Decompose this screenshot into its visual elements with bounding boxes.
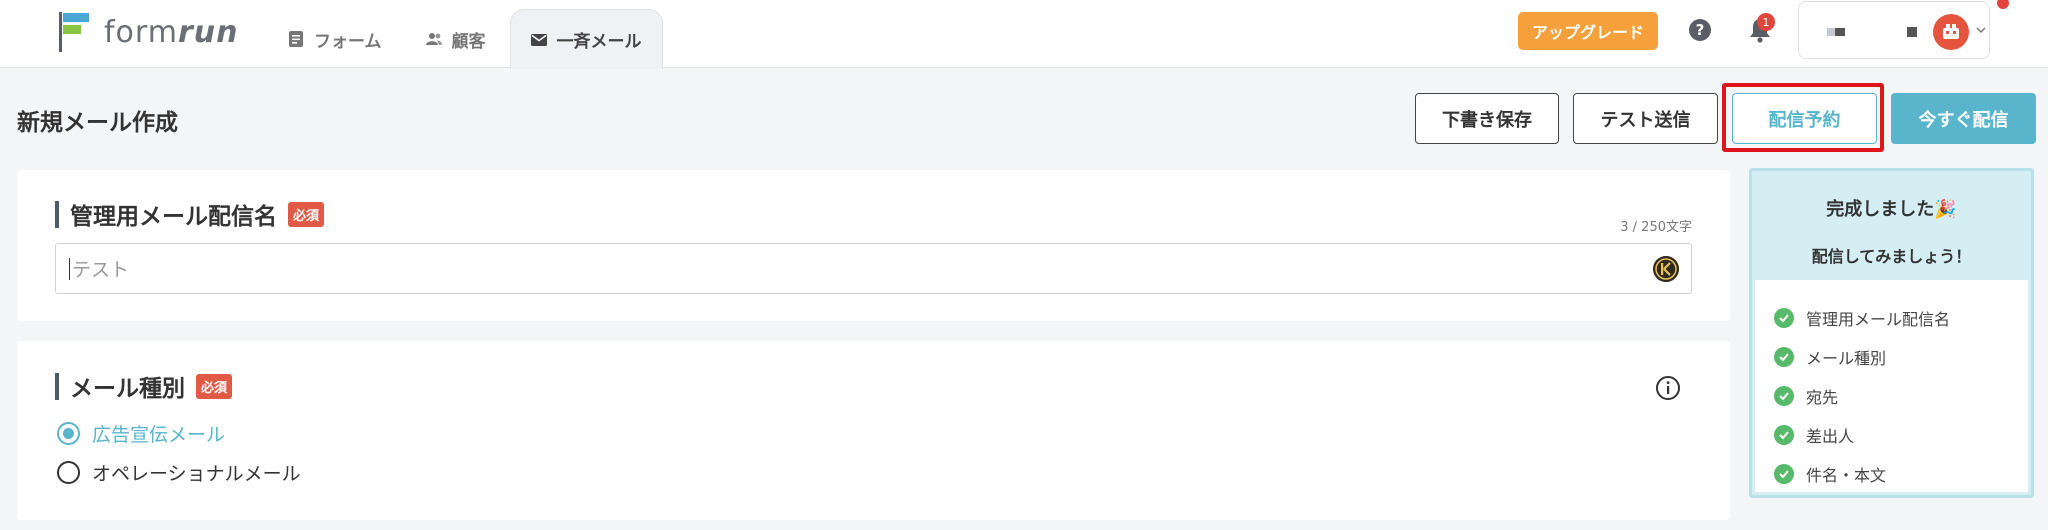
mail-type-heading: メール種別 必須 — [55, 369, 233, 403]
avatar — [1933, 14, 1969, 50]
logo-mark-icon — [59, 12, 89, 52]
checklist-label: メール種別 — [1806, 348, 1887, 368]
formrun-logo[interactable]: formrun — [56, 12, 238, 52]
users-icon — [425, 33, 442, 45]
top-bar: formrun フォーム 顧客 一斉メール アップグレード ? 1 — [0, 0, 2048, 69]
chevron-down-icon — [1976, 27, 1986, 34]
check-icon — [1774, 307, 1794, 328]
checklist-item[interactable]: 件名・本文 — [1755, 454, 2028, 493]
completion-line-2: 配信してみましょう！ — [1811, 247, 1972, 266]
tab-bulk-mail[interactable]: 一斉メール — [509, 9, 663, 69]
check-icon — [1774, 424, 1794, 445]
save-draft-button[interactable]: 下書き保存 — [1415, 93, 1559, 144]
checklist-label: 件名・本文 — [1806, 465, 1887, 485]
text-caret — [69, 257, 70, 280]
highlight-box — [1722, 83, 1884, 152]
send-now-button[interactable]: 今すぐ配信 — [1891, 93, 2036, 144]
upgrade-button[interactable]: アップグレード — [1518, 12, 1658, 50]
checklist-item[interactable]: 差出人 — [1755, 415, 2028, 454]
info-icon[interactable] — [1655, 375, 1681, 401]
section-bar — [55, 372, 59, 400]
checklist-label: 宛先 — [1806, 387, 1839, 407]
alert-dot — [1997, 0, 2009, 9]
check-icon — [1774, 463, 1794, 484]
checklist-item[interactable]: 管理用メール配信名 — [1755, 298, 2028, 337]
radio-button[interactable] — [57, 461, 80, 484]
notification-badge: 1 — [1757, 13, 1775, 31]
tab-bulk-mail-label: 一斉メール — [556, 32, 642, 52]
account-menu[interactable] — [1798, 1, 1990, 59]
logo-text: formrun — [104, 14, 239, 50]
radio-operational[interactable]: オペレーショナルメール — [57, 459, 301, 486]
mail-name-heading: 管理用メール配信名 必須 — [55, 197, 325, 231]
mail-name-title: 管理用メール配信名 — [70, 204, 277, 230]
checklist-item[interactable]: 宛先 — [1755, 376, 2028, 415]
mail-name-card: 管理用メール配信名 必須 3 / 250文字 テスト — [17, 170, 1730, 321]
form-icon — [289, 31, 303, 47]
test-send-button[interactable]: テスト送信 — [1573, 93, 1718, 144]
completion-message: 完成しました🎉 配信してみましょう！ — [1752, 171, 2031, 279]
char-counter: 3 / 250文字 — [1620, 220, 1692, 235]
mail-icon — [530, 33, 547, 46]
checklist-label: 管理用メール配信名 — [1806, 309, 1951, 329]
tab-customers[interactable]: 顧客 — [406, 10, 506, 68]
keeper-icon[interactable] — [1653, 256, 1679, 282]
tab-forms[interactable]: フォーム — [268, 10, 402, 68]
radio-operational-label: オペレーショナルメール — [92, 463, 301, 485]
tab-customers-label: 顧客 — [451, 31, 486, 52]
tab-forms-label: フォーム — [314, 31, 382, 52]
mail-type-card: メール種別 必須 広告宣伝メール オペレーショナルメール — [17, 341, 1730, 520]
required-badge: 必須 — [288, 201, 325, 227]
mail-type-title: メール種別 — [70, 376, 185, 402]
main-nav: フォーム 顧客 一斉メール — [268, 0, 667, 69]
check-icon — [1774, 346, 1794, 367]
account-name-redacted-2 — [1907, 27, 1917, 37]
required-badge: 必須 — [196, 373, 233, 399]
mail-name-value: テスト — [72, 259, 130, 281]
radio-advertising-label: 広告宣伝メール — [92, 424, 226, 446]
check-icon — [1774, 385, 1794, 406]
section-bar — [55, 200, 59, 228]
completion-line-1: 完成しました🎉 — [1826, 199, 1957, 220]
mail-name-input[interactable]: テスト — [55, 243, 1692, 294]
radio-button-selected[interactable] — [57, 422, 80, 445]
checklist-label: 差出人 — [1806, 426, 1855, 446]
checklist: 管理用メール配信名 メール種別 宛先 差出人 件名・本文 — [1755, 280, 2028, 492]
page-title: 新規メール作成 — [17, 110, 178, 136]
account-name-redacted — [1827, 28, 1845, 36]
completion-panel: 完成しました🎉 配信してみましょう！ 管理用メール配信名 メール種別 宛先 差出… — [1749, 168, 2034, 498]
checklist-item[interactable]: メール種別 — [1755, 337, 2028, 376]
avatar-figure-icon — [1943, 24, 1959, 39]
help-icon[interactable]: ? — [1689, 19, 1711, 41]
radio-advertising[interactable]: 広告宣伝メール — [57, 420, 225, 447]
